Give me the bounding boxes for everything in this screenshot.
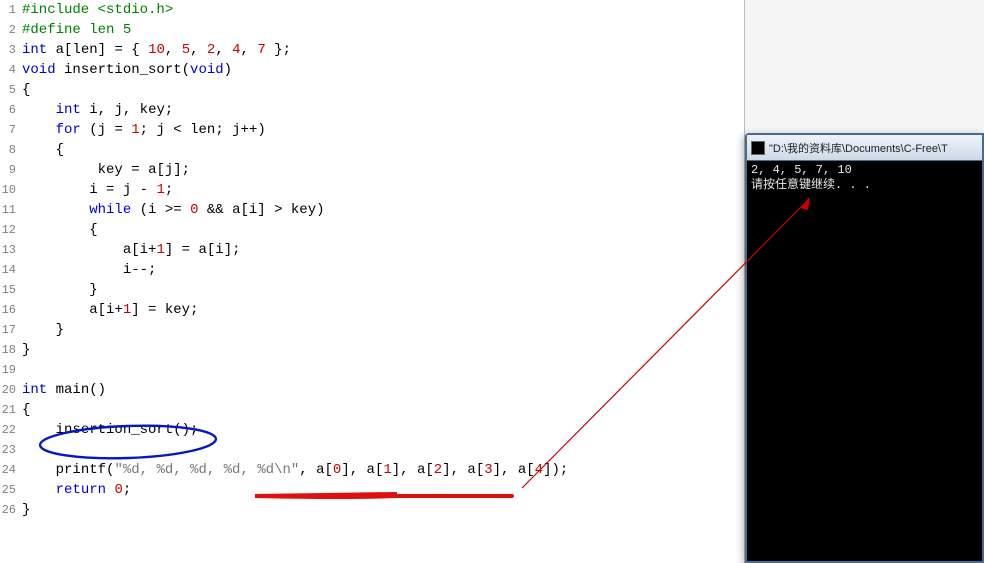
- line-number: 16: [0, 300, 18, 320]
- line-number: 17: [0, 320, 18, 340]
- line-number: 21: [0, 400, 18, 420]
- line-number: 11: [0, 200, 18, 220]
- code-content[interactable]: }: [18, 340, 30, 360]
- console-output-line: 2, 4, 5, 7, 10: [751, 163, 978, 178]
- code-content[interactable]: int main(): [18, 380, 106, 400]
- line-number: 23: [0, 440, 18, 460]
- code-line[interactable]: 23: [0, 440, 744, 460]
- code-line[interactable]: 22 insertion_sort();: [0, 420, 744, 440]
- code-editor[interactable]: 1#include <stdio.h>2#define len 53int a[…: [0, 0, 745, 563]
- code-content[interactable]: }: [18, 500, 30, 520]
- code-content[interactable]: int a[len] = { 10, 5, 2, 4, 7 };: [18, 40, 291, 60]
- code-content[interactable]: {: [18, 400, 30, 420]
- line-number: 6: [0, 100, 18, 120]
- cmd-icon: [751, 141, 765, 155]
- line-number: 1: [0, 0, 18, 20]
- line-number: 24: [0, 460, 18, 480]
- code-line[interactable]: 8 {: [0, 140, 744, 160]
- code-line[interactable]: 17 }: [0, 320, 744, 340]
- code-line[interactable]: 20int main(): [0, 380, 744, 400]
- code-line[interactable]: 14 i--;: [0, 260, 744, 280]
- code-content[interactable]: {: [18, 80, 30, 100]
- code-line[interactable]: 21{: [0, 400, 744, 420]
- line-number: 3: [0, 40, 18, 60]
- console-body: 2, 4, 5, 7, 10 请按任意键继续. . .: [747, 161, 982, 195]
- code-content[interactable]: void insertion_sort(void): [18, 60, 232, 80]
- code-content[interactable]: }: [18, 320, 64, 340]
- code-content[interactable]: key = a[j];: [18, 160, 190, 180]
- code-line[interactable]: 12 {: [0, 220, 744, 240]
- code-content[interactable]: printf("%d, %d, %d, %d, %d\n", a[0], a[1…: [18, 460, 568, 480]
- line-number: 25: [0, 480, 18, 500]
- code-content[interactable]: {: [18, 220, 98, 240]
- console-prompt-line: 请按任意键继续. . .: [751, 178, 978, 193]
- code-content[interactable]: int i, j, key;: [18, 100, 173, 120]
- code-line[interactable]: 26}: [0, 500, 744, 520]
- line-number: 14: [0, 260, 18, 280]
- code-line[interactable]: 19: [0, 360, 744, 380]
- code-area[interactable]: 1#include <stdio.h>2#define len 53int a[…: [0, 0, 744, 520]
- code-content[interactable]: {: [18, 140, 64, 160]
- code-line[interactable]: 3int a[len] = { 10, 5, 2, 4, 7 };: [0, 40, 744, 60]
- code-line[interactable]: 2#define len 5: [0, 20, 744, 40]
- code-content[interactable]: i = j - 1;: [18, 180, 173, 200]
- code-content[interactable]: [18, 360, 22, 380]
- line-number: 8: [0, 140, 18, 160]
- console-titlebar[interactable]: "D:\我的资料库\Documents\C-Free\T: [747, 135, 982, 161]
- code-line[interactable]: 1#include <stdio.h>: [0, 0, 744, 20]
- line-number: 2: [0, 20, 18, 40]
- line-number: 5: [0, 80, 18, 100]
- code-line[interactable]: 6 int i, j, key;: [0, 100, 744, 120]
- code-line[interactable]: 4void insertion_sort(void): [0, 60, 744, 80]
- line-number: 15: [0, 280, 18, 300]
- code-content[interactable]: for (j = 1; j < len; j++): [18, 120, 266, 140]
- code-content[interactable]: insertion_sort();: [18, 420, 198, 440]
- code-line[interactable]: 10 i = j - 1;: [0, 180, 744, 200]
- code-content[interactable]: return 0;: [18, 480, 131, 500]
- console-window[interactable]: "D:\我的资料库\Documents\C-Free\T 2, 4, 5, 7,…: [745, 133, 984, 563]
- code-line[interactable]: 16 a[i+1] = key;: [0, 300, 744, 320]
- code-content[interactable]: a[i+1] = a[i];: [18, 240, 241, 260]
- code-line[interactable]: 24 printf("%d, %d, %d, %d, %d\n", a[0], …: [0, 460, 744, 480]
- code-content[interactable]: #include <stdio.h>: [18, 0, 173, 20]
- code-content[interactable]: while (i >= 0 && a[i] > key): [18, 200, 325, 220]
- line-number: 18: [0, 340, 18, 360]
- line-number: 4: [0, 60, 18, 80]
- console-title: "D:\我的资料库\Documents\C-Free\T: [769, 140, 948, 156]
- line-number: 10: [0, 180, 18, 200]
- code-line[interactable]: 9 key = a[j];: [0, 160, 744, 180]
- code-content[interactable]: a[i+1] = key;: [18, 300, 198, 320]
- code-line[interactable]: 25 return 0;: [0, 480, 744, 500]
- code-content[interactable]: #define len 5: [18, 20, 131, 40]
- code-line[interactable]: 11 while (i >= 0 && a[i] > key): [0, 200, 744, 220]
- line-number: 26: [0, 500, 18, 520]
- code-line[interactable]: 13 a[i+1] = a[i];: [0, 240, 744, 260]
- code-line[interactable]: 15 }: [0, 280, 744, 300]
- line-number: 12: [0, 220, 18, 240]
- line-number: 7: [0, 120, 18, 140]
- code-line[interactable]: 7 for (j = 1; j < len; j++): [0, 120, 744, 140]
- line-number: 20: [0, 380, 18, 400]
- line-number: 13: [0, 240, 18, 260]
- line-number: 9: [0, 160, 18, 180]
- code-content[interactable]: [18, 440, 22, 460]
- line-number: 19: [0, 360, 18, 380]
- code-content[interactable]: i--;: [18, 260, 156, 280]
- line-number: 22: [0, 420, 18, 440]
- code-line[interactable]: 5{: [0, 80, 744, 100]
- code-content[interactable]: }: [18, 280, 98, 300]
- code-line[interactable]: 18}: [0, 340, 744, 360]
